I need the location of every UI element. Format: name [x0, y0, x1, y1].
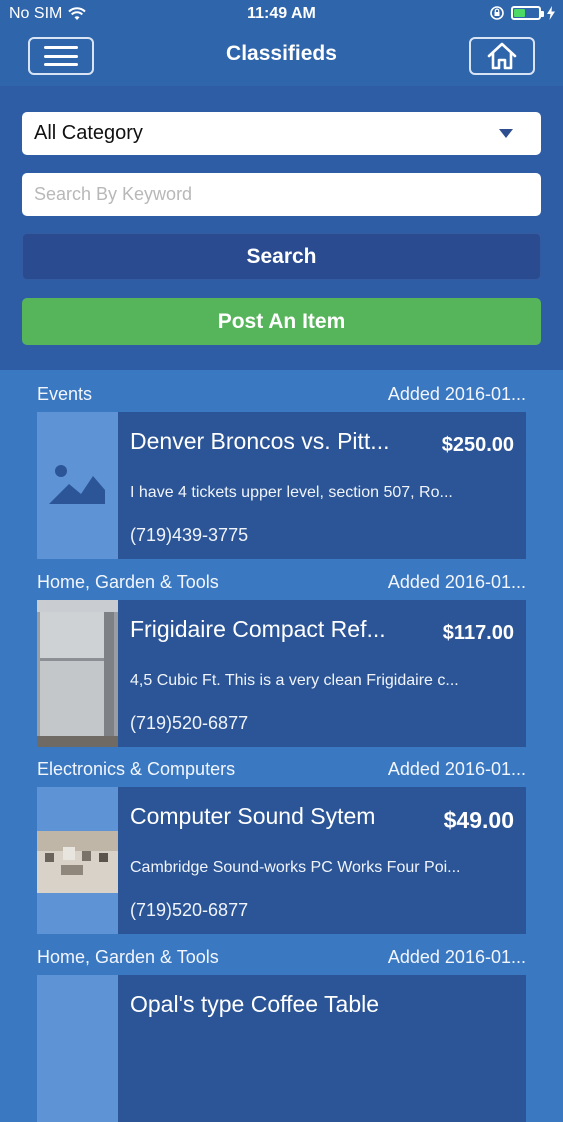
listing-thumbnail [37, 599, 118, 747]
listing-price: $117.00 [442, 621, 514, 644]
listing-thumbnail [37, 974, 118, 1122]
listings-list: Events Added 2016-01... Denver Broncos v… [0, 370, 563, 1122]
listing-thumbnail [37, 412, 118, 559]
listing-card[interactable]: Denver Broncos vs. Pitt... $250.00 I hav… [37, 412, 526, 559]
listing-title: Computer Sound Sytem [130, 803, 376, 829]
listing-category: Home, Garden & Tools [37, 571, 219, 592]
listing-item: Home, Garden & Tools Added 2016-01... Op… [0, 933, 563, 1122]
listing-phone[interactable]: (719)439-3775 [130, 525, 248, 546]
listing-title: Frigidaire Compact Ref... [130, 615, 386, 642]
orientation-lock-icon [490, 6, 504, 20]
battery-fill [514, 9, 525, 17]
keyword-search-input[interactable] [22, 173, 541, 216]
listing-item: Events Added 2016-01... Denver Broncos v… [0, 370, 563, 559]
listing-title: Opal's type Coffee Table [130, 990, 380, 1017]
listing-item: Electronics & Computers Added 2016-01...… [0, 745, 563, 934]
category-select-value: All Category [34, 122, 143, 144]
search-button[interactable]: Search [22, 233, 541, 280]
listing-card[interactable]: Frigidaire Compact Ref... $117.00 4,5 Cu… [37, 599, 526, 747]
listing-header: Home, Garden & Tools Added 2016-01... [37, 572, 526, 593]
listing-date: Added 2016-01... [387, 571, 526, 592]
listing-header: Electronics & Computers Added 2016-01... [37, 759, 526, 780]
search-panel: All Category Search Post An Item [0, 86, 563, 370]
post-item-button[interactable]: Post An Item [22, 298, 541, 345]
home-button[interactable] [469, 37, 535, 75]
status-right [489, 5, 555, 21]
listing-description: I have 4 tickets upper level, section 50… [130, 484, 453, 501]
listing-category: Events [37, 384, 93, 404]
listing-date: Added 2016-01... [387, 946, 526, 967]
image-placeholder-icon [49, 465, 105, 504]
nav-bar: Classifieds [0, 30, 563, 86]
charging-bolt-icon [547, 6, 555, 20]
listing-thumbnail [37, 787, 118, 934]
listing-category: Home, Garden & Tools [37, 946, 219, 967]
listing-price: $250.00 [441, 434, 514, 456]
listing-price: $49.00 [443, 807, 514, 833]
home-icon [487, 42, 517, 70]
category-select[interactable]: All Category [22, 112, 541, 155]
battery-icon [511, 6, 544, 20]
listing-header: Events Added 2016-01... [37, 384, 526, 405]
listing-header: Home, Garden & Tools Added 2016-01... [37, 947, 526, 968]
listing-card[interactable]: Computer Sound Sytem $49.00 Cambridge So… [37, 787, 526, 934]
fridge-photo [37, 599, 118, 747]
listing-card[interactable]: Opal's type Coffee Table [37, 974, 526, 1122]
status-bar: No SIM 11:49 AM [0, 0, 563, 30]
speakers-photo [37, 787, 118, 934]
listing-phone[interactable]: (719)520-6877 [130, 713, 248, 734]
listing-description: Cambridge Sound-works PC Works Four Poi.… [130, 859, 461, 876]
listing-date: Added 2016-01... [387, 759, 526, 779]
listing-title: Denver Broncos vs. Pitt... [130, 428, 390, 454]
listing-description: 4,5 Cubic Ft. This is a very clean Frigi… [130, 671, 459, 689]
listing-category: Electronics & Computers [37, 759, 236, 779]
dropdown-caret-icon [499, 129, 513, 138]
listing-item: Home, Garden & Tools Added 2016-01... Fr… [0, 558, 563, 747]
listing-date: Added 2016-01... [387, 384, 526, 404]
status-time: 11:49 AM [247, 5, 316, 22]
listing-phone[interactable]: (719)520-6877 [130, 900, 248, 921]
